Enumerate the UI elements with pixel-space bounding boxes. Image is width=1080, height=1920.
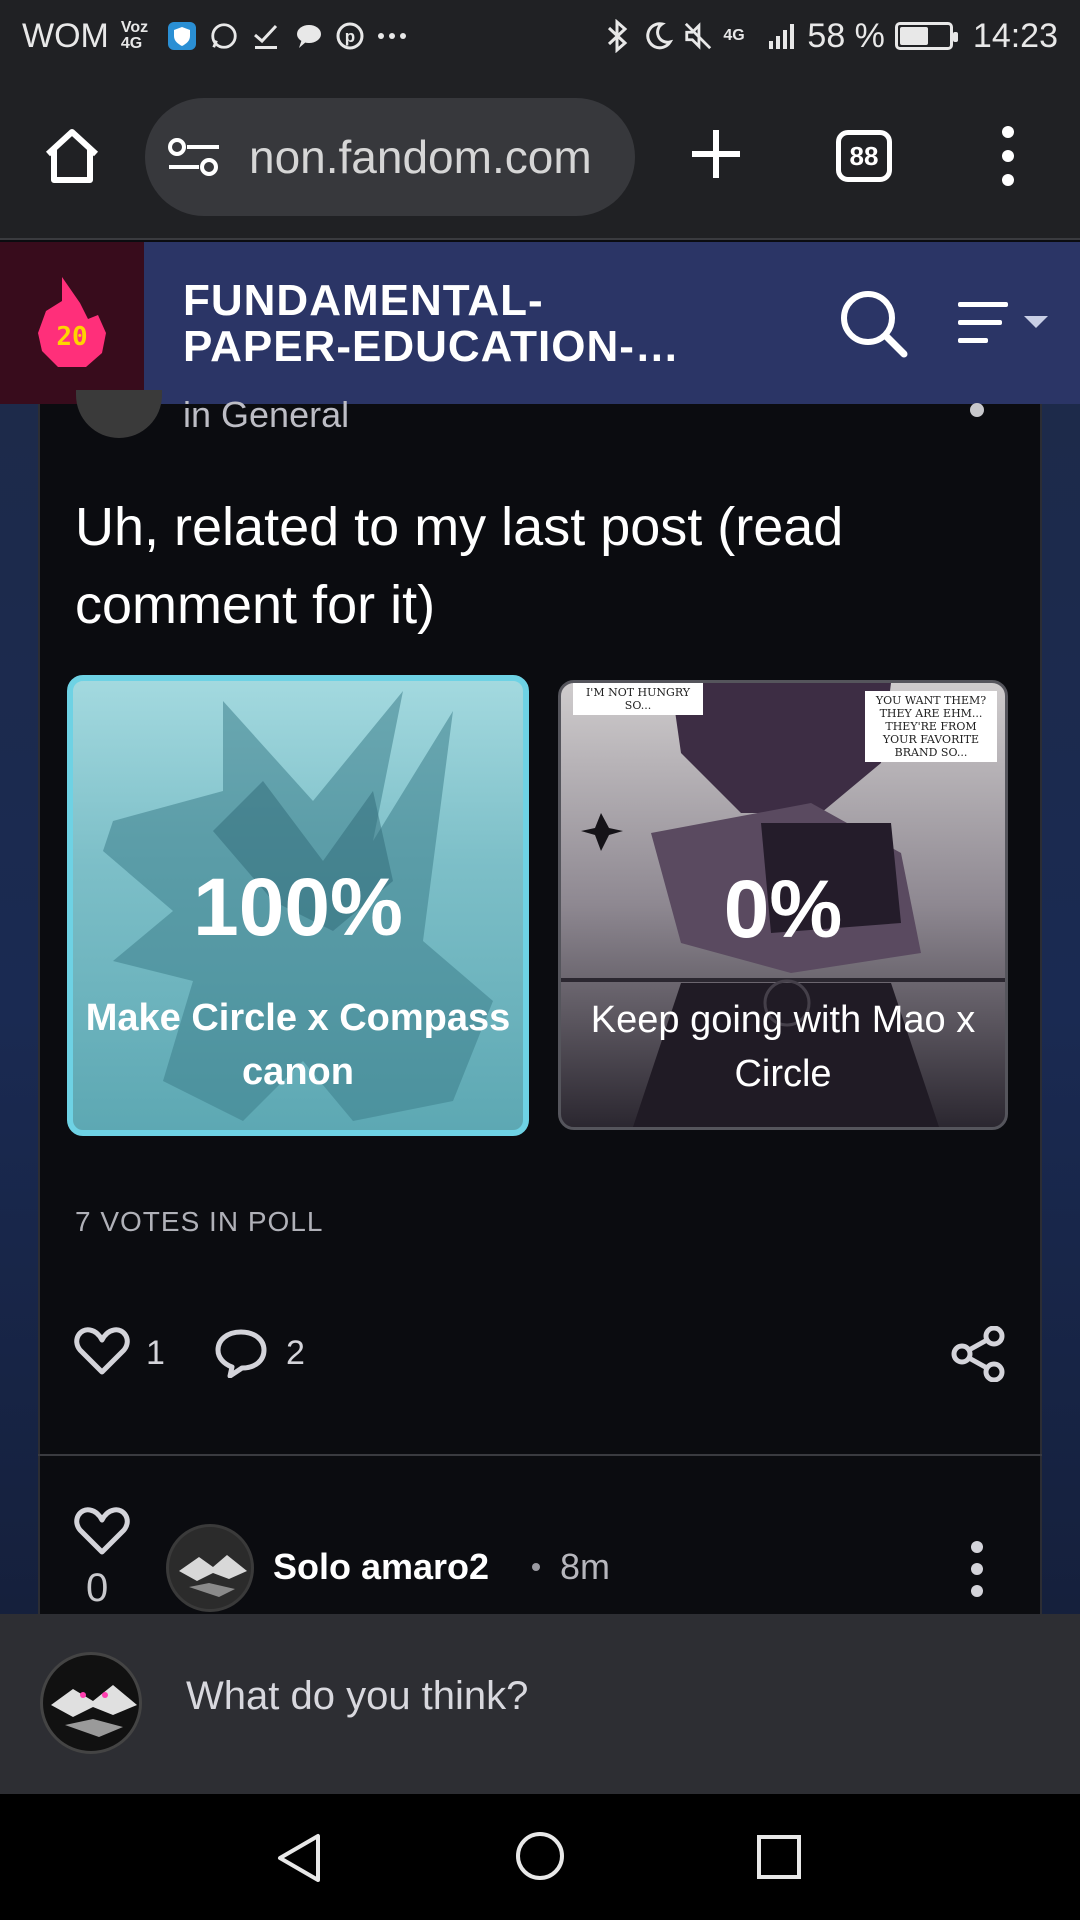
back-icon[interactable] xyxy=(276,1832,324,1884)
post-title[interactable]: Uh, related to my last post (read commen… xyxy=(75,488,975,644)
moon-icon xyxy=(643,21,674,51)
signal-icon xyxy=(767,21,797,51)
overflow-menu-icon[interactable] xyxy=(996,124,1020,188)
clock: 14:23 xyxy=(972,16,1058,55)
reply-username[interactable]: Solo amaro2 xyxy=(273,1546,489,1588)
option-2-percent: 0% xyxy=(723,864,843,955)
reply-like-count: 0 xyxy=(86,1566,109,1610)
comment-icon[interactable] xyxy=(215,1328,267,1378)
carrier-name: WOM xyxy=(22,16,109,55)
reply-timestamp: 8m xyxy=(560,1546,611,1587)
more-notifications-icon xyxy=(377,21,407,51)
option-2-label: Keep going with Mao x Circle xyxy=(590,999,976,1095)
comment-count: 2 xyxy=(286,1334,305,1372)
whatsapp-icon xyxy=(209,21,239,51)
share-icon[interactable] xyxy=(950,1326,1006,1382)
logo-badge-number: 20 xyxy=(56,322,87,352)
option-1-label: Make Circle x Compass canon xyxy=(85,997,511,1093)
option-2-speech-bubble-left: I'M NOT HUNGRY SO... xyxy=(573,683,703,715)
download-done-icon xyxy=(251,21,281,51)
section-divider xyxy=(38,1454,1042,1456)
heart-icon[interactable] xyxy=(74,1326,130,1378)
comment-bar: What do you think? xyxy=(0,1614,1080,1794)
wiki-title-line1: FUNDAMENTAL- xyxy=(183,278,544,324)
shield-app-icon xyxy=(167,21,197,51)
poll-option-2[interactable]: I'M NOT HUNGRY SO... YOU WANT THEM? THEY… xyxy=(558,680,1008,1130)
poll-option-1[interactable]: 100% Make Circle x Compass canon xyxy=(67,675,529,1136)
tab-switcher-button[interactable]: 88 xyxy=(836,130,892,182)
system-navigation-bar xyxy=(0,1794,1080,1920)
address-bar[interactable]: non.fandom.com xyxy=(145,98,635,216)
user-avatar[interactable] xyxy=(40,1652,142,1754)
svg-text:p: p xyxy=(345,27,355,46)
reply-more-icon[interactable] xyxy=(964,1540,990,1598)
site-settings-icon[interactable] xyxy=(167,137,221,177)
volte-indicator: Voz 4G xyxy=(120,19,149,52)
battery-percent: 58 % xyxy=(807,16,885,55)
wiki-menu-icon[interactable] xyxy=(958,298,1054,350)
option-1-percent: 100% xyxy=(193,862,403,953)
browser-toolbar: non.fandom.com 88 xyxy=(0,72,1080,240)
chat-bubble-icon xyxy=(293,21,323,51)
reply-heart-icon[interactable] xyxy=(74,1506,130,1558)
bluetooth-icon xyxy=(603,19,633,53)
option-2-speech-bubble-right: YOU WANT THEM? THEY ARE EHM... THEY'RE F… xyxy=(865,691,997,762)
wiki-title-line2: PAPER-EDUCATION-… xyxy=(183,324,680,370)
search-icon[interactable] xyxy=(838,288,910,360)
post-category[interactable]: in General xyxy=(183,394,349,436)
pinterest-icon: p xyxy=(335,21,365,51)
mute-icon xyxy=(683,21,713,51)
site-header: 20 FUNDAMENTAL- PAPER-EDUCATION-… xyxy=(0,242,1080,404)
flame-logo-icon: 20 xyxy=(38,277,106,367)
network-type: 4G xyxy=(723,27,745,44)
reply-avatar[interactable] xyxy=(166,1524,254,1612)
status-bar: WOM Voz 4G p 4G 58 % 14:23 xyxy=(0,0,1080,72)
url-text[interactable]: non.fandom.com xyxy=(249,130,592,184)
home-icon[interactable] xyxy=(40,124,104,188)
battery-icon xyxy=(894,22,958,50)
like-count: 1 xyxy=(146,1334,165,1372)
new-tab-icon[interactable] xyxy=(686,124,746,184)
comment-input[interactable]: What do you think? xyxy=(186,1674,528,1719)
reply-separator xyxy=(532,1563,540,1571)
poll-vote-count: 7 VOTES IN POLL xyxy=(75,1206,324,1237)
wiki-logo[interactable]: 20 xyxy=(0,242,144,404)
wiki-title[interactable]: FUNDAMENTAL- PAPER-EDUCATION-… xyxy=(183,278,743,370)
home-circle-icon[interactable] xyxy=(514,1830,566,1882)
recent-apps-icon[interactable] xyxy=(756,1834,802,1880)
post-options-icon[interactable] xyxy=(970,403,984,417)
